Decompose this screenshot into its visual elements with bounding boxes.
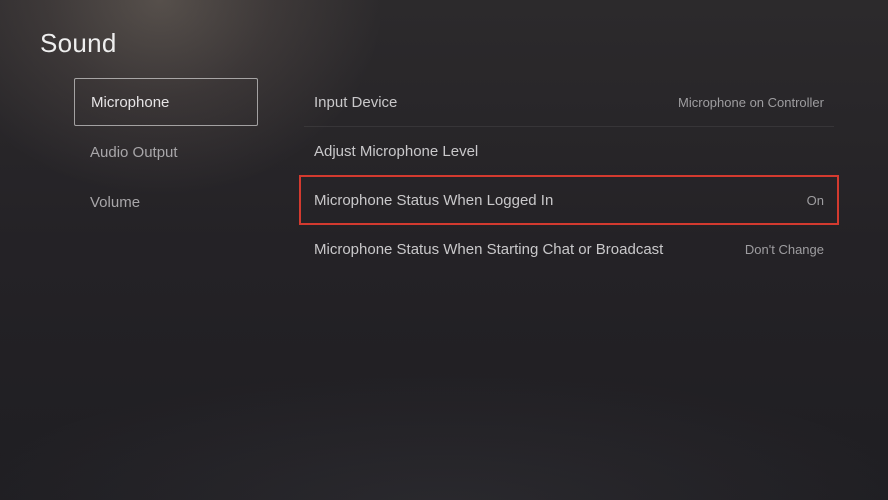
- setting-label: Adjust Microphone Level: [314, 143, 478, 160]
- setting-label: Microphone Status When Logged In: [314, 192, 553, 209]
- sidebar-item-label: Volume: [90, 194, 140, 211]
- sidebar-item-label: Audio Output: [90, 144, 178, 161]
- sidebar: Microphone Audio Output Volume: [74, 78, 258, 228]
- sidebar-item-volume[interactable]: Volume: [74, 178, 258, 226]
- sidebar-item-audio-output[interactable]: Audio Output: [74, 128, 258, 176]
- row-mic-status-chat-broadcast[interactable]: Microphone Status When Starting Chat or …: [300, 225, 838, 273]
- row-adjust-mic-level[interactable]: Adjust Microphone Level: [300, 127, 838, 175]
- sidebar-item-microphone[interactable]: Microphone: [74, 78, 258, 126]
- page-title: Sound: [40, 28, 117, 59]
- setting-label: Input Device: [314, 94, 397, 111]
- setting-label: Microphone Status When Starting Chat or …: [314, 241, 663, 258]
- sidebar-item-label: Microphone: [91, 94, 169, 111]
- setting-value: Microphone on Controller: [678, 95, 824, 110]
- setting-value: Don't Change: [745, 242, 824, 257]
- settings-panel: Input Device Microphone on Controller Ad…: [300, 78, 838, 273]
- setting-value: On: [807, 193, 824, 208]
- row-input-device[interactable]: Input Device Microphone on Controller: [300, 78, 838, 126]
- row-mic-status-logged-in[interactable]: Microphone Status When Logged In On: [300, 176, 838, 224]
